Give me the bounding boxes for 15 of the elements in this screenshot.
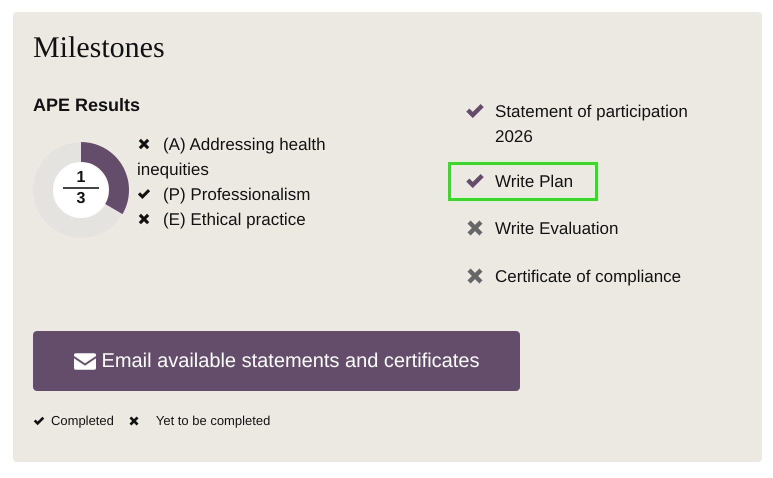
fraction-denominator: 3 — [76, 189, 86, 208]
result-label: (A) Addressing health inequities — [137, 135, 326, 179]
milestone-label: Certificate of compliance — [495, 266, 682, 288]
section-heading: APE Results — [33, 94, 142, 116]
legend-label: Completed — [51, 413, 114, 428]
email-button[interactable]: Email available statements and certificates — [33, 331, 520, 391]
milestone-label: Write Plan — [495, 171, 574, 193]
legend-label: Yet to be completed — [156, 413, 270, 428]
milestone-label: Write Evaluation — [495, 218, 618, 240]
milestone-label: Statement of participation 2026 — [495, 101, 689, 148]
envelope-icon — [74, 352, 96, 370]
card-title: Milestones — [33, 30, 166, 66]
fraction-numerator: 1 — [63, 168, 99, 189]
result-label: (E) Ethical practice — [163, 210, 306, 229]
result-label: (P) Professionalism — [163, 185, 310, 204]
